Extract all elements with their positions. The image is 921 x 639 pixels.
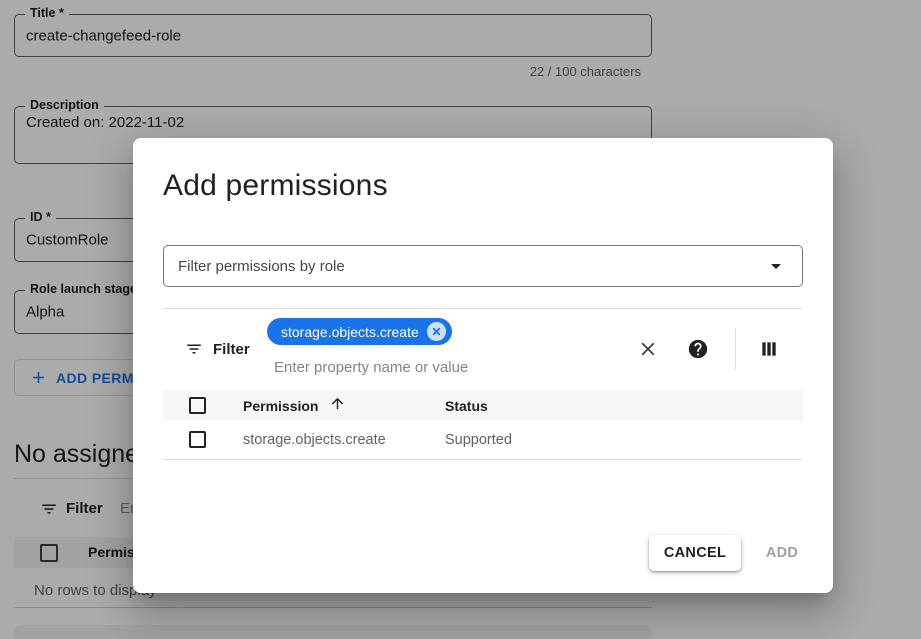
filter-input[interactable]: Enter property name or value <box>274 359 468 376</box>
column-display-button[interactable] <box>757 337 781 361</box>
select-all-checkbox[interactable] <box>189 397 206 414</box>
role-select-placeholder: Filter permissions by role <box>178 258 764 275</box>
filter-button[interactable]: Filter <box>213 341 250 358</box>
sort-ascending-icon <box>329 395 346 417</box>
chip-remove-icon[interactable] <box>427 322 446 341</box>
add-permissions-dialog: Add permissions Filter permissions by ro… <box>133 138 833 593</box>
status-column-header: Status <box>445 398 488 414</box>
permission-cell: storage.objects.create <box>243 432 386 448</box>
help-button[interactable] <box>686 337 710 361</box>
clear-filter-button[interactable] <box>636 337 660 361</box>
table-row[interactable]: storage.objects.create Supported <box>163 421 803 460</box>
table-header-row: Permission Status <box>163 390 803 421</box>
filter-chip-label: storage.objects.create <box>281 324 419 340</box>
clear-filter-icon <box>637 338 659 360</box>
row-checkbox[interactable] <box>189 431 206 448</box>
help-icon <box>687 338 709 360</box>
column-display-icon <box>759 339 779 359</box>
dropdown-caret-icon <box>764 254 788 278</box>
status-cell: Supported <box>445 432 512 448</box>
toolbar-divider <box>163 308 803 309</box>
filter-chip[interactable]: storage.objects.create <box>267 318 452 345</box>
add-button[interactable]: ADD <box>750 535 814 571</box>
create-role-page: Title * create-changefeed-role 22 / 100 … <box>0 0 921 639</box>
toolbar-vertical-divider <box>735 328 736 370</box>
permission-column-header[interactable]: Permission <box>243 398 318 414</box>
filter-permissions-by-role-select[interactable]: Filter permissions by role <box>163 245 803 287</box>
cancel-button[interactable]: CANCEL <box>649 535 741 571</box>
filter-list-icon <box>185 340 203 363</box>
dialog-title: Add permissions <box>163 169 388 203</box>
